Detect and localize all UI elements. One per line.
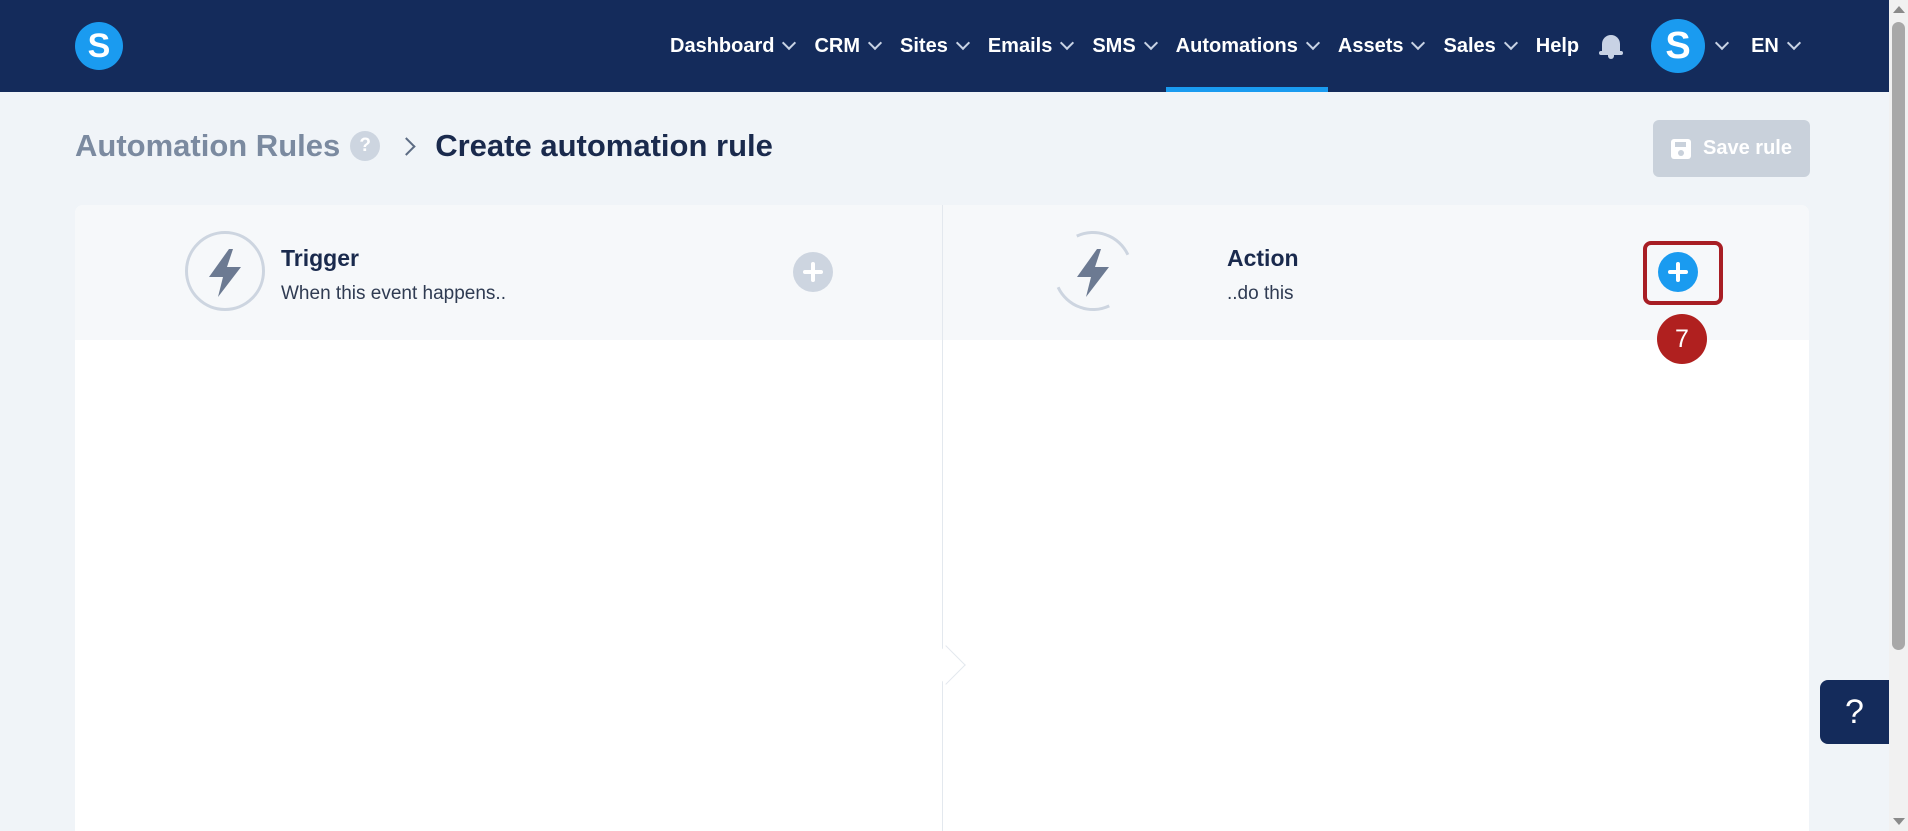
save-rule-label: Save rule: [1703, 137, 1792, 159]
nav-item-label: Emails: [987, 34, 1053, 57]
chevron-down-icon[interactable]: [1715, 35, 1730, 51]
chevron-down-icon: [1143, 35, 1158, 51]
scroll-down-arrow-icon[interactable]: [1893, 818, 1905, 825]
nav-item-label: Assets: [1337, 34, 1404, 57]
step-badge: 7: [1657, 314, 1707, 364]
help-widget-button[interactable]: ?: [1820, 680, 1889, 744]
nav-item-assets[interactable]: Assets: [1328, 0, 1434, 92]
nav-item-label: Automations: [1175, 34, 1298, 57]
trigger-panel-header: Trigger When this event happens..: [75, 205, 942, 340]
nav-item-label: Dashboard: [670, 34, 775, 57]
nav-item-sales[interactable]: Sales: [1433, 0, 1525, 92]
scroll-up-arrow-icon[interactable]: [1893, 6, 1905, 13]
trigger-subtitle: When this event happens..: [281, 283, 506, 304]
question-icon[interactable]: ?: [350, 131, 381, 161]
chevron-down-icon: [1786, 35, 1801, 51]
highlight-box: [1643, 241, 1723, 305]
lightning-bolt-icon: [209, 249, 241, 297]
nav-item-label: Help: [1535, 34, 1580, 57]
chevron-down-icon: [1305, 35, 1320, 51]
action-subtitle: ..do this: [1227, 283, 1294, 304]
top-navigation-bar: S Dashboard CRM Sites Emails SMS Automat…: [0, 0, 1889, 92]
chevron-down-icon: [782, 35, 797, 51]
nav-item-sms[interactable]: SMS: [1082, 0, 1165, 92]
brand-logo[interactable]: S: [75, 22, 123, 70]
save-rule-button[interactable]: Save rule: [1653, 120, 1810, 177]
nav-item-label: SMS: [1092, 34, 1136, 57]
main-nav: Dashboard CRM Sites Emails SMS Automatio…: [660, 0, 1809, 92]
chevron-down-icon: [1060, 35, 1075, 51]
chevron-down-icon: [1503, 35, 1518, 51]
chevron-down-icon: [867, 35, 883, 51]
flow-arrow-notch: [926, 645, 966, 685]
scroll-thumb[interactable]: [1892, 22, 1905, 650]
user-avatar[interactable]: S: [1651, 19, 1706, 73]
nav-item-label: Sales: [1443, 34, 1496, 57]
action-title: Action: [1227, 245, 1299, 271]
language-label: EN: [1751, 34, 1779, 57]
chevron-right-icon: [397, 136, 416, 156]
page-title: Create automation rule: [435, 128, 773, 163]
floppy-disk-icon: [1671, 138, 1692, 159]
nav-item-sites[interactable]: Sites: [890, 0, 978, 92]
rule-builder: Trigger When this event happens.. Action…: [75, 205, 1809, 831]
nav-item-automations[interactable]: Automations: [1165, 0, 1329, 92]
trigger-title: Trigger: [281, 245, 359, 271]
breadcrumb-automation-rules[interactable]: Automation Rules: [75, 128, 340, 164]
bell-icon[interactable]: [1599, 33, 1624, 59]
chevron-down-icon: [1411, 35, 1426, 51]
breadcrumb: Automation Rules ? Create automation rul…: [75, 128, 773, 164]
page-scrollbar[interactable]: [1889, 0, 1908, 831]
nav-item-crm[interactable]: CRM: [804, 0, 890, 92]
lightning-bolt-icon: [1077, 249, 1109, 297]
nav-item-emails[interactable]: Emails: [978, 0, 1082, 92]
add-trigger-plus-icon[interactable]: [793, 252, 833, 292]
nav-item-label: CRM: [814, 34, 861, 57]
nav-item-label: Sites: [900, 34, 948, 57]
nav-item-help[interactable]: Help: [1526, 0, 1589, 92]
nav-item-dashboard[interactable]: Dashboard: [660, 0, 804, 92]
chevron-down-icon: [955, 35, 970, 51]
language-selector[interactable]: EN: [1741, 0, 1809, 92]
